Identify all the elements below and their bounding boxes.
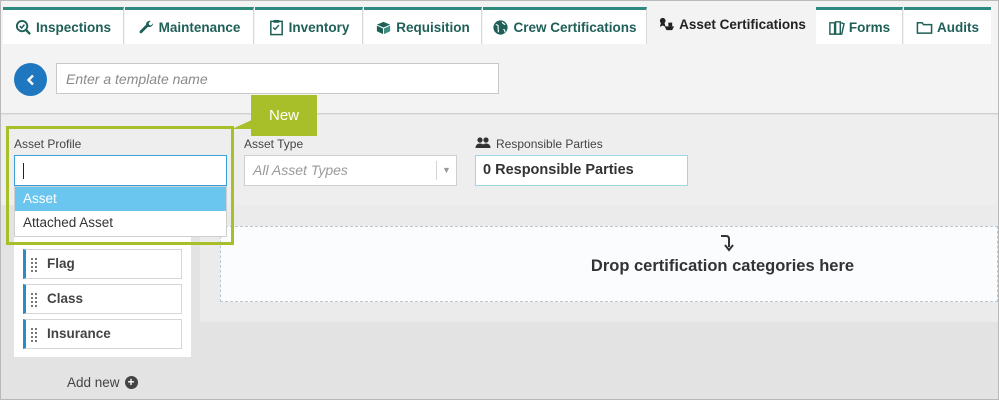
- category-item-insurance[interactable]: Insurance: [23, 319, 182, 349]
- tab-bar: Inspections Maintenance Inventory Requis…: [1, 1, 998, 45]
- tab-inventory[interactable]: Inventory: [255, 7, 363, 45]
- asset-type-placeholder: All Asset Types: [253, 162, 348, 178]
- category-item-class[interactable]: Class: [23, 284, 182, 314]
- category-label: Insurance: [47, 326, 111, 341]
- arrow-down-icon: [718, 233, 734, 253]
- asset-profile-label: Asset Profile: [14, 137, 82, 151]
- new-callout-badge: New: [251, 95, 317, 136]
- responsible-parties-label: Responsible Parties: [496, 137, 603, 151]
- responsible-parties-button[interactable]: 0 Responsible Parties: [475, 155, 688, 186]
- tab-label: Asset Certifications: [679, 16, 806, 32]
- ship-certificate-icon: [658, 16, 675, 33]
- template-name-input[interactable]: [56, 63, 499, 94]
- tab-label: Inspections: [35, 20, 111, 35]
- search-check-icon: [15, 19, 32, 36]
- tab-requisition[interactable]: Requisition: [364, 7, 482, 45]
- tab-label: Forms: [848, 20, 891, 35]
- drop-zone-text: Drop certification categories here: [590, 257, 855, 275]
- plus-circle-icon: +: [124, 376, 138, 389]
- tab-inspections[interactable]: Inspections: [3, 7, 124, 45]
- tab-label: Audits: [937, 20, 979, 35]
- certification-drop-zone[interactable]: Drop certification categories here: [220, 226, 998, 302]
- asset-type-select[interactable]: All Asset Types ▼: [244, 155, 457, 186]
- asset-type-label: Asset Type: [244, 137, 304, 151]
- people-icon: [475, 136, 491, 150]
- caret-down-icon: ▼: [436, 161, 456, 180]
- tab-forms[interactable]: Forms: [816, 7, 903, 45]
- drop-area: Drop certification categories here: [200, 205, 998, 322]
- add-new-label: Add new: [67, 375, 120, 390]
- tab-label: Requisition: [396, 20, 470, 35]
- main-content: Asset Profile Asset Attached Asset Asset…: [1, 95, 998, 399]
- asset-profile-dropdown: Asset Attached Asset: [14, 186, 227, 237]
- boxes-icon: [375, 19, 392, 36]
- tab-audits[interactable]: Audits: [904, 7, 991, 45]
- drag-handle-icon[interactable]: [31, 258, 37, 272]
- dropdown-option-asset[interactable]: Asset: [15, 187, 226, 211]
- clipboard-icon: [268, 19, 285, 36]
- tab-maintenance[interactable]: Maintenance: [125, 7, 254, 45]
- category-item-flag[interactable]: Flag: [23, 249, 182, 279]
- template-header: [1, 44, 998, 114]
- folder-icon: [916, 19, 933, 36]
- forms-icon: [828, 19, 845, 36]
- add-new-category-button[interactable]: Add new +: [67, 375, 138, 390]
- tab-label: Maintenance: [158, 20, 241, 35]
- tab-label: Crew Certifications: [513, 20, 637, 35]
- asset-profile-input[interactable]: [14, 155, 227, 186]
- category-label: Class: [47, 291, 84, 306]
- tab-crew-certifications[interactable]: Crew Certifications: [483, 7, 647, 45]
- dropdown-option-attached-asset[interactable]: Attached Asset: [15, 211, 226, 235]
- chevron-left-icon: [25, 74, 37, 86]
- wrench-icon: [138, 19, 155, 36]
- back-button[interactable]: [14, 63, 47, 96]
- drag-handle-icon[interactable]: [31, 293, 37, 307]
- tab-label: Inventory: [288, 20, 350, 35]
- category-label: Flag: [47, 256, 75, 271]
- tab-asset-certifications[interactable]: Asset Certifications: [649, 3, 815, 45]
- text-caret: [23, 163, 24, 179]
- drag-handle-icon[interactable]: [31, 328, 37, 342]
- globe-icon: [492, 19, 509, 36]
